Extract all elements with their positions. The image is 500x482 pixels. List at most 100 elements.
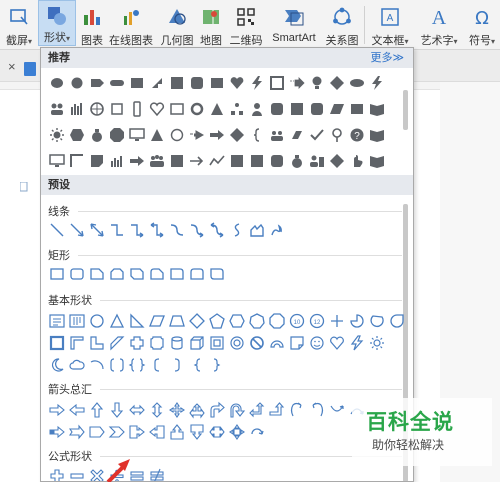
shape-lightning2-icon[interactable]	[367, 73, 387, 93]
math-minus-icon[interactable]	[67, 466, 87, 481]
shape-square-3-icon[interactable]	[167, 151, 187, 171]
pentagon-arrow-icon[interactable]	[87, 422, 107, 442]
shape-right-arrow-3-icon[interactable]	[187, 151, 207, 171]
pentagon-outline-icon[interactable]	[207, 311, 227, 331]
double-arrow-line-icon[interactable]	[87, 220, 107, 240]
quad-arrow-icon[interactable]	[167, 400, 187, 420]
shape-folded-icon[interactable]	[87, 151, 107, 171]
u-turn-arrow-icon[interactable]	[227, 400, 247, 420]
shape-rounded-square-4-icon[interactable]	[267, 151, 287, 171]
half-frame-icon[interactable]	[67, 333, 87, 353]
double-brace-icon[interactable]	[127, 355, 147, 375]
shape-chart-bars-icon[interactable]	[107, 151, 127, 171]
shape-eye-icon[interactable]	[347, 73, 367, 93]
shape-frame-icon[interactable]	[267, 73, 287, 93]
elbow-connector-icon[interactable]	[107, 220, 127, 240]
shape-book-3-icon[interactable]	[367, 151, 387, 171]
heart-shape-icon[interactable]	[327, 333, 347, 353]
vertical-textbox-icon[interactable]	[67, 311, 87, 331]
curved-arrow-connector-icon[interactable]	[187, 220, 207, 240]
left-arrow-callout-icon[interactable]	[147, 422, 167, 442]
arc-icon[interactable]	[87, 355, 107, 375]
snip-round-rect-icon[interactable]	[147, 264, 167, 284]
left-right-arrow-icon[interactable]	[127, 400, 147, 420]
freeform-icon[interactable]	[247, 220, 267, 240]
shape-lightbulb-icon[interactable]	[307, 73, 327, 93]
bent-up-arrow-icon[interactable]	[267, 400, 287, 420]
shape-square-4-icon[interactable]	[227, 151, 247, 171]
parallelogram-outline-icon[interactable]	[147, 311, 167, 331]
curve-icon[interactable]	[227, 220, 247, 240]
cross-outline-icon[interactable]	[127, 333, 147, 353]
shape-bars-icon[interactable]	[67, 99, 87, 119]
online-chart-button[interactable]: 在线图表	[108, 0, 154, 50]
round-diagonal-rect-icon[interactable]	[207, 264, 227, 284]
diagonal-stripe-icon[interactable]	[107, 333, 127, 353]
shape-pentagon-arrow-icon[interactable]	[87, 73, 107, 93]
shape-square-icon[interactable]	[167, 73, 187, 93]
shape-octagon-icon[interactable]	[107, 125, 127, 145]
left-right-arrow-callout-icon[interactable]	[207, 422, 227, 442]
textbox-shape-icon[interactable]	[47, 311, 67, 331]
octagon-outline-icon[interactable]	[267, 311, 287, 331]
shape-square-outline-icon[interactable]	[107, 99, 127, 119]
notched-right-arrow-icon[interactable]	[67, 422, 87, 442]
shape-moneybag-2-icon[interactable]	[287, 151, 307, 171]
down-arrow-callout-icon[interactable]	[187, 422, 207, 442]
bevel-icon[interactable]	[207, 333, 227, 353]
trapezoid-outline-icon[interactable]	[167, 311, 187, 331]
left-bracket-icon[interactable]	[147, 355, 167, 375]
shape-check-icon[interactable]	[307, 125, 327, 145]
close-icon[interactable]: ×	[8, 59, 16, 74]
lightning-bolt-icon[interactable]	[347, 333, 367, 353]
left-brace-icon[interactable]	[187, 355, 207, 375]
shape-heart-outline-icon[interactable]	[147, 99, 167, 119]
hexagon-outline-icon[interactable]	[227, 311, 247, 331]
sun-shape-icon[interactable]	[367, 333, 387, 353]
striped-right-arrow-icon[interactable]	[47, 422, 67, 442]
math-not-equal-icon[interactable]	[147, 466, 167, 481]
elbow-double-arrow-connector-icon[interactable]	[147, 220, 167, 240]
up-block-arrow-icon[interactable]	[87, 400, 107, 420]
shape-hand-icon[interactable]	[347, 151, 367, 171]
shape-person-icon[interactable]	[247, 99, 267, 119]
more-link[interactable]: 更多≫	[370, 48, 404, 68]
shape-rect-3-icon[interactable]	[347, 99, 367, 119]
left-up-arrow-icon[interactable]	[247, 400, 267, 420]
shape-flowchart-icon[interactable]	[287, 125, 307, 145]
shape-people-2-icon[interactable]	[267, 125, 287, 145]
curved-right-arrow-icon[interactable]	[287, 400, 307, 420]
chevron-arrow-icon[interactable]	[107, 422, 127, 442]
bent-arrow-icon[interactable]	[207, 400, 227, 420]
block-arc-icon[interactable]	[267, 333, 287, 353]
shape-book-2-icon[interactable]	[367, 125, 387, 145]
shape-sun-icon[interactable]	[47, 125, 67, 145]
shape-moneybag-icon[interactable]	[87, 125, 107, 145]
shape-rounded-rect-icon[interactable]	[107, 73, 127, 93]
down-block-arrow-icon[interactable]	[107, 400, 127, 420]
shape-triangle-2-icon[interactable]	[147, 125, 167, 145]
curved-connector-icon[interactable]	[167, 220, 187, 240]
right-bracket-icon[interactable]	[167, 355, 187, 375]
scribble-icon[interactable]	[267, 220, 287, 240]
shape-monitor-2-icon[interactable]	[47, 151, 67, 171]
right-arrow-callout-icon[interactable]	[127, 422, 147, 442]
shape-oval-icon[interactable]	[47, 73, 67, 93]
smiley-face-icon[interactable]	[307, 333, 327, 353]
shape-diamond-icon[interactable]	[327, 73, 347, 93]
textbox-button[interactable]: A 文本框▾	[368, 0, 412, 50]
shape-striped-arrow-icon[interactable]	[287, 73, 307, 93]
curved-left-arrow-icon[interactable]	[307, 400, 327, 420]
smartart-button[interactable]: SmartArt	[268, 0, 320, 50]
shape-monitor-icon[interactable]	[127, 125, 147, 145]
line-icon[interactable]	[47, 220, 67, 240]
moon-icon[interactable]	[47, 355, 67, 375]
plaque-icon[interactable]	[147, 333, 167, 353]
shape-parallelogram-icon[interactable]	[327, 99, 347, 119]
up-arrow-callout-icon[interactable]	[167, 422, 187, 442]
shape-ring-icon[interactable]	[187, 99, 207, 119]
chart-button[interactable]: 图表	[78, 0, 106, 50]
heptagon-outline-icon[interactable]	[247, 311, 267, 331]
shape-heart-icon[interactable]	[227, 73, 247, 93]
curved-double-arrow-connector-icon[interactable]	[207, 220, 227, 240]
